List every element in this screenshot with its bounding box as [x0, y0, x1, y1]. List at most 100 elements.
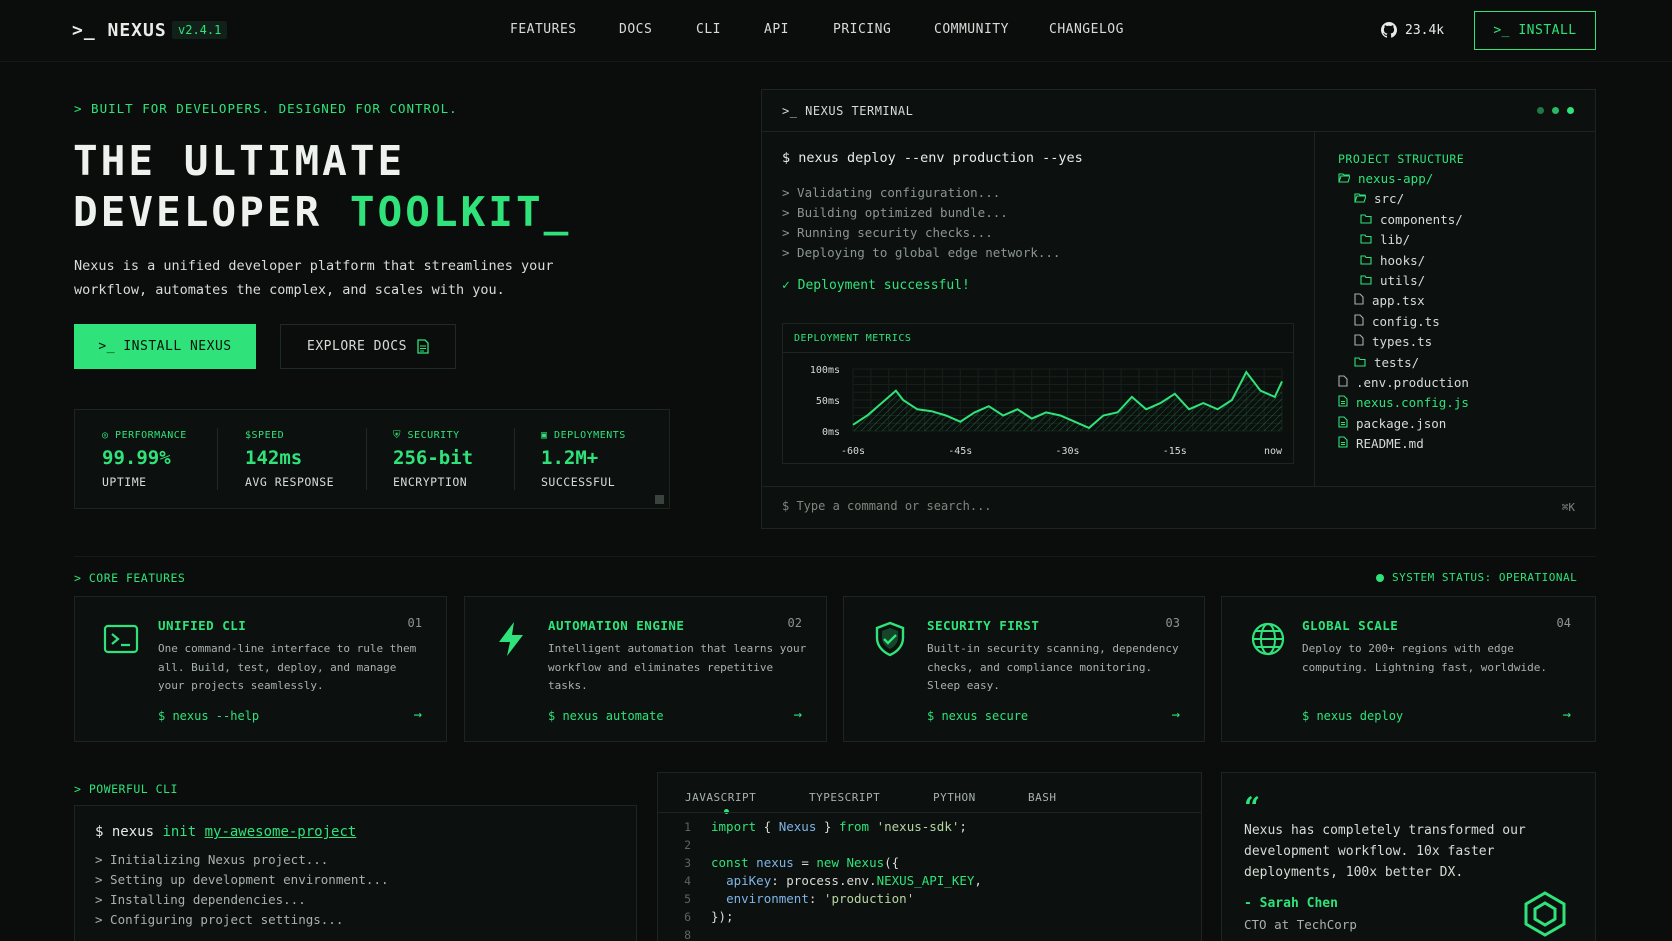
- powerful-cli-label: > POWERFUL CLI: [74, 782, 178, 796]
- tree-item[interactable]: nexus.config.js: [1338, 395, 1469, 410]
- code-line: 3 const nexus = new Nexus({: [684, 855, 900, 870]
- arrow-right-icon[interactable]: →: [1172, 707, 1180, 723]
- hero-title: THE ULTIMATE DEVELOPER TOOLKIT_: [73, 136, 571, 238]
- stat-security-sub: ENCRYPTION: [393, 475, 468, 489]
- tree-item[interactable]: README.md: [1338, 436, 1424, 451]
- nav-link-community[interactable]: COMMUNITY: [934, 22, 1009, 37]
- tree-item-label: .env.production: [1356, 375, 1469, 390]
- folder-icon: [1360, 232, 1372, 247]
- arrow-right-icon[interactable]: →: [414, 707, 422, 723]
- core-features-label: > CORE FEATURES: [74, 571, 186, 585]
- tree-item[interactable]: lib/: [1360, 232, 1410, 247]
- install-nexus-button[interactable]: >_ INSTALL NEXUS: [74, 324, 256, 369]
- tree-item-label: utils/: [1380, 273, 1426, 288]
- y-tick-label: 0ms: [822, 427, 840, 438]
- x-tick-label: -30s: [1055, 446, 1079, 457]
- stat-divider: [514, 428, 515, 490]
- tree-item[interactable]: tests/: [1354, 355, 1419, 370]
- x-tick-label: -45s: [948, 446, 972, 457]
- hero-description: Nexus is a unified developer platform th…: [74, 258, 554, 298]
- explore-docs-button[interactable]: EXPLORE DOCS: [280, 324, 456, 369]
- tab-typescript[interactable]: TYPESCRIPT: [809, 791, 880, 804]
- tree-item[interactable]: .env.production: [1338, 375, 1469, 390]
- nav-link-api[interactable]: API: [764, 22, 789, 37]
- explore-docs-label: EXPLORE DOCS: [307, 339, 407, 354]
- cli-command: $ nexus init my-awesome-project: [95, 824, 357, 840]
- code-line: 5 environment: 'production': [684, 891, 915, 906]
- tree-item[interactable]: package.json: [1338, 416, 1446, 431]
- code-line: 4 apiKey: process.env.NEXUS_API_KEY,: [684, 873, 982, 888]
- nav-link-pricing[interactable]: PRICING: [833, 22, 891, 37]
- feature-card-security-first[interactable]: SECURITY FIRST 03 Built-in security scan…: [843, 596, 1205, 742]
- github-stars-link[interactable]: 23.4k: [1381, 22, 1444, 38]
- nav-link-features[interactable]: FEATURES: [510, 22, 577, 37]
- stat-speed-label: $SPEED: [245, 430, 285, 441]
- tab-javascript[interactable]: JAVASCRIPT: [685, 791, 756, 804]
- tab-bash[interactable]: BASH: [1028, 791, 1057, 804]
- tree-item[interactable]: nexus-app/: [1338, 171, 1433, 186]
- y-tick-label: 100ms: [810, 365, 840, 376]
- status-dot-icon: [1376, 573, 1384, 582]
- tree-item[interactable]: src/: [1354, 191, 1404, 206]
- feature-command: $ nexus automate: [548, 709, 664, 723]
- lightning-icon: [499, 622, 523, 656]
- tree-item-label: package.json: [1356, 415, 1447, 431]
- x-tick-label: now: [1264, 446, 1283, 457]
- stats-panel: ◎ PERFORMANCE 99.99% UPTIME $SPEED 142ms…: [74, 409, 670, 509]
- tree-item[interactable]: utils/: [1360, 273, 1425, 288]
- feature-card-automation-engine[interactable]: AUTOMATION ENGINE 02 Intelligent automat…: [464, 596, 827, 742]
- project-structure-title: PROJECT STRUCTURE: [1338, 152, 1465, 166]
- logo[interactable]: >_ NEXUS: [72, 20, 167, 41]
- hexagon-badge-icon: [1524, 891, 1566, 937]
- section-divider: [74, 556, 1596, 557]
- document-icon: [417, 339, 429, 354]
- tree-item-label: types.ts: [1372, 334, 1433, 350]
- arrow-right-icon[interactable]: →: [1563, 707, 1571, 723]
- stat-speed: $SPEED 142ms AVG RESPONSE: [245, 430, 385, 489]
- code-line: 1 import { Nexus } from 'nexus-sdk';: [684, 819, 967, 834]
- nav-link-cli[interactable]: CLI: [696, 22, 721, 37]
- nav-install-button[interactable]: >_ INSTALL: [1474, 11, 1596, 50]
- tree-item[interactable]: config.ts: [1354, 314, 1440, 329]
- terminal-command-input[interactable]: [782, 499, 1502, 513]
- terminal-input-row: ⌘K: [762, 486, 1595, 528]
- tree-item-label: src/: [1374, 191, 1405, 207]
- tree-item[interactable]: app.tsx: [1354, 293, 1425, 308]
- nav-link-changelog[interactable]: CHANGELOG: [1049, 22, 1124, 37]
- feature-description: One command-line interface to rule them …: [158, 642, 417, 692]
- stat-security-value: 256-bit: [393, 447, 474, 469]
- tree-item[interactable]: hooks/: [1360, 253, 1425, 268]
- testimonial-text: Nexus has completely transformed our dev…: [1244, 823, 1526, 880]
- nav-link-docs[interactable]: DOCS: [619, 22, 652, 37]
- feature-number: 01: [407, 616, 422, 630]
- feature-card-global-scale[interactable]: GLOBAL SCALE 04 Deploy to 200+ regions w…: [1221, 596, 1596, 742]
- arrow-right-icon[interactable]: →: [794, 707, 802, 723]
- tree-item[interactable]: components/: [1360, 212, 1463, 227]
- x-tick-label: -60s: [841, 446, 865, 457]
- feature-description: Built-in security scanning, dependency c…: [927, 642, 1179, 692]
- window-dot: [1537, 107, 1544, 114]
- feature-title: AUTOMATION ENGINE: [548, 618, 685, 633]
- feature-description: Deploy to 200+ regions with edge computi…: [1302, 642, 1548, 674]
- feature-card-unified-cli[interactable]: UNIFIED CLI 01 One command-line interfac…: [74, 596, 447, 742]
- code-line: 6});: [684, 909, 734, 924]
- tab-python[interactable]: PYTHON: [933, 791, 976, 804]
- file-icon: [1338, 436, 1348, 451]
- cli-log-line: > Installing dependencies...: [95, 892, 306, 907]
- resize-handle[interactable]: [655, 495, 664, 504]
- file-icon: [1338, 375, 1348, 390]
- tree-item[interactable]: types.ts: [1354, 334, 1432, 349]
- tree-item-label: app.tsx: [1372, 293, 1425, 309]
- terminal-title: >_ NEXUS TERMINAL: [782, 104, 914, 118]
- feature-description: Intelligent automation that learns your …: [548, 642, 807, 692]
- stat-performance-label: ◎ PERFORMANCE: [102, 430, 187, 441]
- metrics-chart-svg: 100ms 50ms 0ms-60s -45s -30s -15s now: [810, 365, 1283, 457]
- code-line: 2: [684, 838, 691, 852]
- stat-divider: [217, 428, 218, 490]
- terminal-log-line: > Validating configuration...: [782, 185, 1001, 200]
- cli-log-line: > Setting up development environment...: [95, 872, 389, 887]
- nexus-terminal: >_ NEXUS TERMINAL $ nexus deploy --env p…: [761, 89, 1596, 529]
- cli-log-line: > Configuring project settings...: [95, 912, 344, 927]
- stat-divider: [366, 428, 367, 490]
- terminal-log-line: > Deploying to global edge network...: [782, 245, 1061, 260]
